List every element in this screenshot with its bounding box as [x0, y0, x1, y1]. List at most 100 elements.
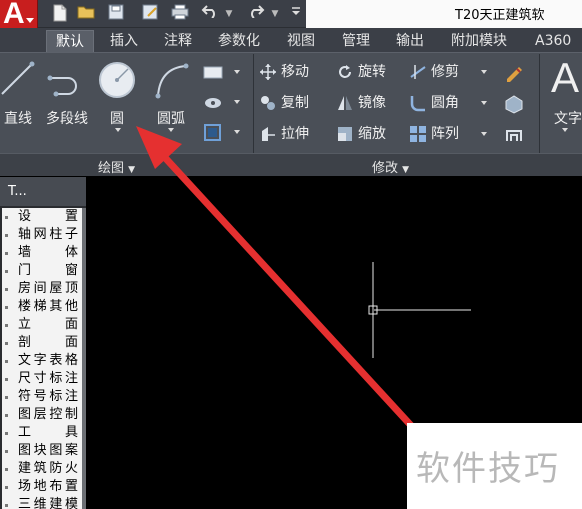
sidebar-item[interactable]: 剖 面	[2, 334, 82, 352]
erase-button[interactable]	[503, 60, 527, 84]
sidebar-header[interactable]: T...	[0, 177, 86, 207]
bullet-icon	[5, 396, 8, 399]
sidebar-item[interactable]: 图层控制	[2, 406, 82, 424]
sidebar-item[interactable]: 场地布置	[2, 478, 82, 496]
rotate-button[interactable]: 旋转	[336, 60, 386, 84]
stretch-button[interactable]: 拉伸	[259, 122, 309, 146]
tab-annotate[interactable]: 注释	[155, 30, 201, 52]
rectangle-icon	[203, 66, 223, 79]
customize-qat-icon[interactable]	[286, 4, 306, 24]
watermark: 软件技巧	[407, 423, 582, 509]
bullet-icon	[5, 234, 8, 237]
fillet-button[interactable]: 圆角	[409, 91, 489, 115]
text-dropdown-icon[interactable]	[562, 128, 568, 132]
offset-icon	[506, 130, 522, 141]
circle-icon	[99, 62, 135, 98]
circle-button[interactable]: 圆	[96, 56, 138, 132]
sidebar-item[interactable]: 建筑防火	[2, 460, 82, 478]
circle-label: 圆	[110, 111, 124, 127]
draw-panel-title[interactable]: 绘图 ▼	[98, 157, 135, 176]
sidebar-item-label: 楼梯其他	[18, 299, 78, 314]
mirror-button[interactable]: 镜像	[336, 91, 386, 115]
open-folder-icon[interactable]	[76, 4, 96, 24]
bullet-icon	[5, 252, 8, 255]
move-button[interactable]: 移动	[259, 60, 309, 84]
offset-button[interactable]	[503, 122, 527, 146]
arc-dropdown-icon[interactable]	[168, 128, 174, 132]
rectangle-dropdown-icon[interactable]	[234, 70, 240, 74]
trim-dropdown-icon[interactable]	[481, 70, 487, 74]
app-title: T20天正建筑软	[455, 8, 545, 23]
circle-dropdown-icon[interactable]	[115, 128, 121, 132]
sidebar-item[interactable]: 墙 体	[2, 244, 82, 262]
fillet-dropdown-icon[interactable]	[481, 101, 487, 105]
copy-button[interactable]: 复制	[259, 91, 309, 115]
sidebar-item[interactable]: 设 置	[2, 208, 82, 226]
sidebar-item[interactable]: 符号标注	[2, 388, 82, 406]
trim-button[interactable]: 修剪	[409, 60, 489, 84]
text-big-letter-icon: A	[551, 54, 580, 101]
bullet-icon	[5, 378, 8, 381]
sidebar-item[interactable]: 文字表格	[2, 352, 82, 370]
save-as-icon[interactable]	[140, 4, 160, 24]
hatch-dropdown-icon[interactable]	[234, 100, 240, 104]
sidebar-menu-list: 设 置轴网柱子墙 体门 窗房间屋顶 楼梯其他立 面剖 面文字表格 尺寸标注 符号标注图…	[2, 208, 82, 509]
array-dropdown-icon[interactable]	[481, 132, 487, 136]
region-dropdown-icon[interactable]	[234, 130, 240, 134]
sidebar-item-label: 图块图案	[18, 443, 78, 458]
trim-label: 修剪	[431, 64, 459, 80]
sidebar-item-label: 设 置	[18, 209, 78, 224]
sidebar-item[interactable]: 图块图案	[2, 442, 82, 460]
tab-insert[interactable]: 插入	[101, 30, 147, 52]
tab-output[interactable]: 输出	[387, 30, 433, 52]
autocad-window: ▼ ▼ T20天正建筑软 A 默认 插入 注释 参数化 视图 管理 输出 附加模…	[0, 0, 582, 509]
line-icon	[1, 61, 35, 95]
scale-button[interactable]: 缩放	[336, 122, 386, 146]
line-button[interactable]: 直线	[0, 56, 36, 127]
explode-icon	[505, 95, 523, 114]
sidebar-item-label: 符号标注	[18, 389, 78, 404]
modify-panel-title[interactable]: 修改 ▼	[372, 157, 409, 176]
copy-icon	[261, 96, 275, 110]
sidebar-item[interactable]: 尺寸标注	[2, 370, 82, 388]
rectangle-button[interactable]	[201, 60, 247, 84]
polyline-button[interactable]: 多段线	[42, 56, 92, 127]
sidebar-item[interactable]: 立 面	[2, 316, 82, 334]
save-icon[interactable]	[106, 4, 126, 24]
tab-a360[interactable]: A360	[526, 30, 580, 52]
tab-default[interactable]: 默认	[46, 30, 94, 53]
sidebar-item[interactable]: 三维建模	[2, 496, 82, 509]
application-menu-button[interactable]: A	[0, 0, 38, 31]
region-icon	[204, 124, 221, 141]
text-button[interactable]: A 文字	[548, 54, 582, 132]
sidebar-item[interactable]: 门 窗	[2, 262, 82, 280]
hatch-button[interactable]	[201, 90, 247, 114]
tab-view[interactable]: 视图	[278, 30, 324, 52]
bullet-icon	[5, 342, 8, 345]
undo-dropdown-icon[interactable]: ▼	[224, 4, 234, 24]
text-label: 文字	[554, 111, 582, 127]
arc-button[interactable]: 圆弧	[150, 56, 192, 132]
new-file-icon[interactable]	[50, 4, 70, 24]
redo-dropdown-icon[interactable]: ▼	[270, 4, 280, 24]
draw-panel-title-text: 绘图	[98, 161, 125, 176]
sidebar-item[interactable]: 轴网柱子	[2, 226, 82, 244]
array-icon	[410, 126, 426, 142]
tab-parametric[interactable]: 参数化	[209, 30, 269, 52]
print-icon[interactable]	[170, 4, 190, 24]
tab-addins[interactable]: 附加模块	[442, 30, 516, 52]
tab-manage[interactable]: 管理	[333, 30, 379, 52]
region-button[interactable]	[201, 120, 247, 144]
bullet-icon	[5, 306, 8, 309]
explode-button[interactable]	[503, 91, 527, 115]
sidebar-item[interactable]: 房间屋顶	[2, 280, 82, 298]
sidebar-item[interactable]: 工 具	[2, 424, 82, 442]
hatch-icon	[205, 98, 221, 108]
redo-icon[interactable]	[246, 4, 266, 24]
sidebar-item[interactable]: 楼梯其他	[2, 298, 82, 316]
mirror-label: 镜像	[358, 95, 386, 111]
ribbon-tabs: 默认 插入 注释 参数化 视图 管理 输出 附加模块 A360	[0, 28, 582, 53]
bullet-icon	[5, 414, 8, 417]
undo-icon[interactable]	[200, 4, 220, 24]
array-button[interactable]: 阵列	[409, 122, 489, 146]
